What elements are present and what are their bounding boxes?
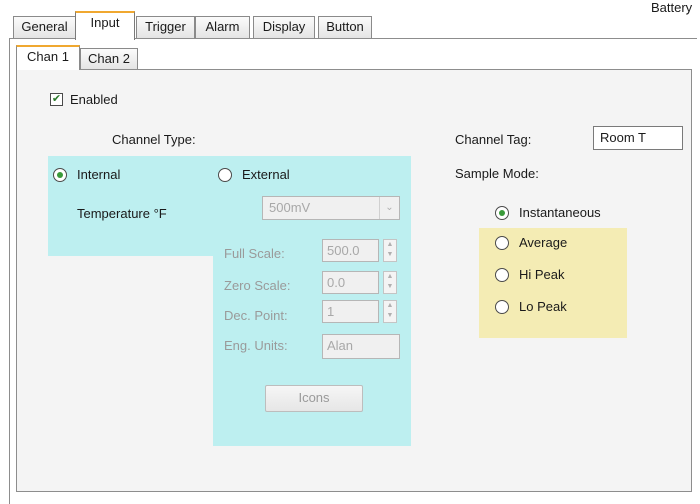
eng-units-label: Eng. Units: <box>224 338 288 353</box>
lo-peak-radio[interactable] <box>495 300 509 314</box>
dec-point-input[interactable]: 1 <box>322 300 379 323</box>
dec-point-label: Dec. Point: <box>224 308 288 323</box>
full-scale-input[interactable]: 500.0 <box>322 239 379 262</box>
tab-general[interactable]: General <box>13 16 76 38</box>
tab-chan-2[interactable]: Chan 2 <box>80 48 138 69</box>
channel-type-heading: Channel Type: <box>112 132 196 147</box>
tab-button[interactable]: Button <box>318 16 372 38</box>
zero-scale-stepper[interactable]: ▲ ▼ <box>383 271 397 294</box>
instantaneous-radio[interactable] <box>495 206 509 220</box>
full-scale-label: Full Scale: <box>224 246 285 261</box>
eng-units-input[interactable]: Alan <box>322 334 400 359</box>
average-label: Average <box>519 235 568 250</box>
tab-chan-1[interactable]: Chan 1 <box>16 45 80 70</box>
channel-tag-label: Channel Tag: <box>455 132 532 147</box>
internal-radio[interactable] <box>53 168 67 182</box>
full-scale-stepper[interactable]: ▲ ▼ <box>383 239 397 262</box>
hi-peak-label: Hi Peak <box>519 267 565 282</box>
average-radio[interactable] <box>495 236 509 250</box>
zero-scale-input[interactable]: 0.0 <box>322 271 379 294</box>
range-select-value: 500mV <box>269 200 311 215</box>
hi-peak-radio[interactable] <box>495 268 509 282</box>
external-label: External <box>242 167 290 182</box>
tab-display[interactable]: Display <box>253 16 315 38</box>
chevron-down-icon: ⌄ <box>379 197 399 219</box>
external-radio[interactable] <box>218 168 232 182</box>
internal-label: Internal <box>77 167 121 182</box>
sample-mode-label: Sample Mode: <box>455 166 539 181</box>
tab-input[interactable]: Input <box>75 11 135 40</box>
enabled-checkbox[interactable]: ✔ <box>50 93 63 106</box>
dec-point-stepper[interactable]: ▲ ▼ <box>383 300 397 323</box>
internal-sensor-label: Temperature °F <box>77 206 167 221</box>
zero-scale-label: Zero Scale: <box>224 278 291 293</box>
range-select[interactable]: 500mV ⌄ <box>262 196 400 220</box>
tab-trigger[interactable]: Trigger <box>136 16 195 38</box>
icons-button[interactable]: Icons <box>265 385 363 412</box>
channel-tag-input[interactable]: Room T <box>593 126 683 150</box>
instantaneous-label: Instantaneous <box>519 205 601 220</box>
lo-peak-label: Lo Peak <box>519 299 567 314</box>
enabled-label: Enabled <box>70 92 118 107</box>
tab-alarm[interactable]: Alarm <box>195 16 250 38</box>
battery-label: Battery <box>651 0 693 15</box>
